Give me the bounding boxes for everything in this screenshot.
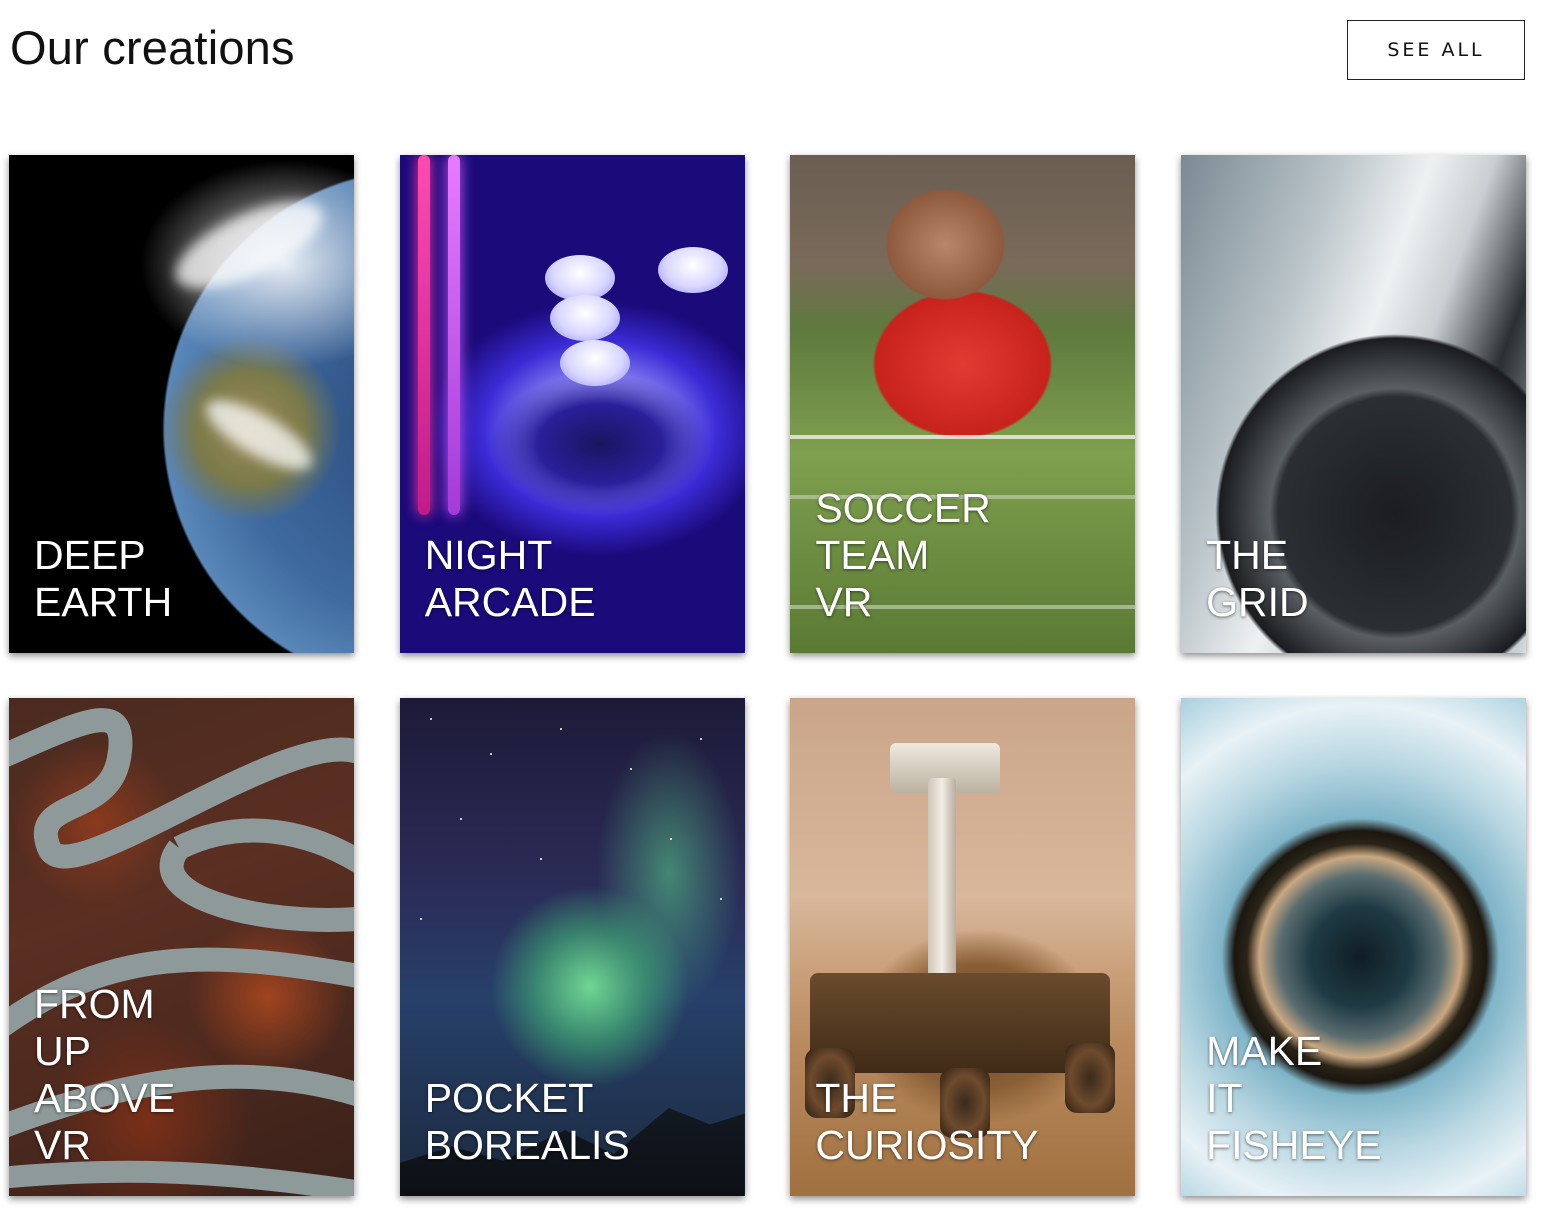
card-title: FROM UP ABOVE VR <box>34 981 176 1168</box>
card-title: POCKET BOREALIS <box>424 1075 630 1168</box>
creation-card-deep-earth[interactable]: DEEP EARTH <box>9 155 354 653</box>
creation-card-the-curiosity[interactable]: THE CURIOSITY <box>790 698 1136 1196</box>
creations-grid: DEEP EARTH NIGHT ARCADE SOCCER TEAM VR T… <box>9 155 1527 1196</box>
creation-card-soccer-team-vr[interactable]: SOCCER TEAM VR <box>790 155 1136 653</box>
page-title: Our creations <box>10 21 295 74</box>
card-title: NIGHT ARCADE <box>424 532 596 625</box>
card-title: THE CURIOSITY <box>815 1075 1039 1168</box>
card-title: THE GRID <box>1206 532 1309 625</box>
card-title: DEEP EARTH <box>34 532 173 625</box>
creation-card-pocket-borealis[interactable]: POCKET BOREALIS <box>399 698 745 1196</box>
see-all-button[interactable]: SEE ALL <box>1347 20 1525 80</box>
creation-card-the-grid[interactable]: THE GRID <box>1181 155 1527 653</box>
card-title: SOCCER TEAM VR <box>815 485 991 625</box>
card-title: MAKE IT FISHEYE <box>1206 1028 1382 1168</box>
creation-card-from-up-above-vr[interactable]: FROM UP ABOVE VR <box>9 698 354 1196</box>
creation-card-make-it-fisheye[interactable]: MAKE IT FISHEYE <box>1181 698 1527 1196</box>
creation-card-night-arcade[interactable]: NIGHT ARCADE <box>399 155 745 653</box>
